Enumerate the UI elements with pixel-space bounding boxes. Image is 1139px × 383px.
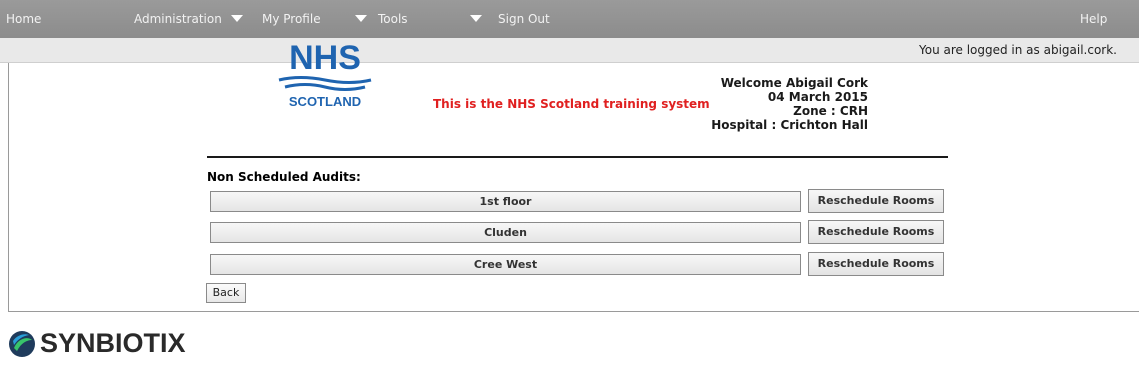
synbiotix-wordmark: SYNBIOTIX (40, 328, 186, 358)
nav-administration[interactable]: Administration (134, 0, 243, 38)
chevron-down-icon (230, 15, 243, 22)
audit-row-button[interactable]: Cluden (210, 222, 801, 243)
welcome-block: Welcome Abigail Cork 04 March 2015 Zone … (690, 76, 868, 132)
chevron-down-icon (354, 15, 367, 22)
nav-sign-out[interactable]: Sign Out (498, 0, 550, 38)
audit-row-button[interactable]: Cree West (210, 254, 801, 275)
nhs-logo-text: NHS (289, 39, 361, 77)
reschedule-rooms-button[interactable]: Reschedule Rooms (808, 189, 944, 213)
login-status-bar: You are logged in as abigail.cork. (0, 38, 1139, 63)
back-button[interactable]: Back (206, 283, 246, 303)
reschedule-rooms-button[interactable]: Reschedule Rooms (808, 252, 944, 276)
nav-my-profile[interactable]: My Profile (262, 0, 367, 38)
nhs-scotland-logo: NHS SCOTLAND (270, 41, 380, 135)
nav-home[interactable]: Home (6, 0, 41, 38)
nav-tools-label: Tools (378, 12, 408, 26)
header-divider (207, 156, 948, 158)
welcome-hospital: Hospital : Crichton Hall (711, 118, 868, 132)
chevron-down-icon (469, 15, 482, 22)
nhs-wave-icon (278, 76, 372, 91)
login-status-text: You are logged in as abigail.cork. (918, 43, 1117, 57)
welcome-zone: Zone : CRH (793, 104, 868, 118)
reschedule-rooms-button[interactable]: Reschedule Rooms (808, 220, 944, 244)
audit-row-button[interactable]: 1st floor (210, 191, 801, 212)
non-scheduled-audits-title: Non Scheduled Audits: (207, 170, 361, 184)
training-notice: This is the NHS Scotland training system (433, 97, 710, 111)
scotland-logo-text: SCOTLAND (288, 94, 362, 109)
nav-administration-label: Administration (134, 12, 222, 26)
welcome-greeting: Welcome Abigail Cork (720, 76, 868, 90)
nav-my-profile-label: My Profile (262, 12, 321, 26)
welcome-date: 04 March 2015 (767, 90, 868, 104)
nav-tools[interactable]: Tools (378, 0, 482, 38)
synbiotix-globe-icon (9, 331, 35, 357)
nav-help[interactable]: Help (1080, 0, 1107, 38)
top-nav-bar: Home Administration My Profile Tools Sig… (0, 0, 1139, 38)
